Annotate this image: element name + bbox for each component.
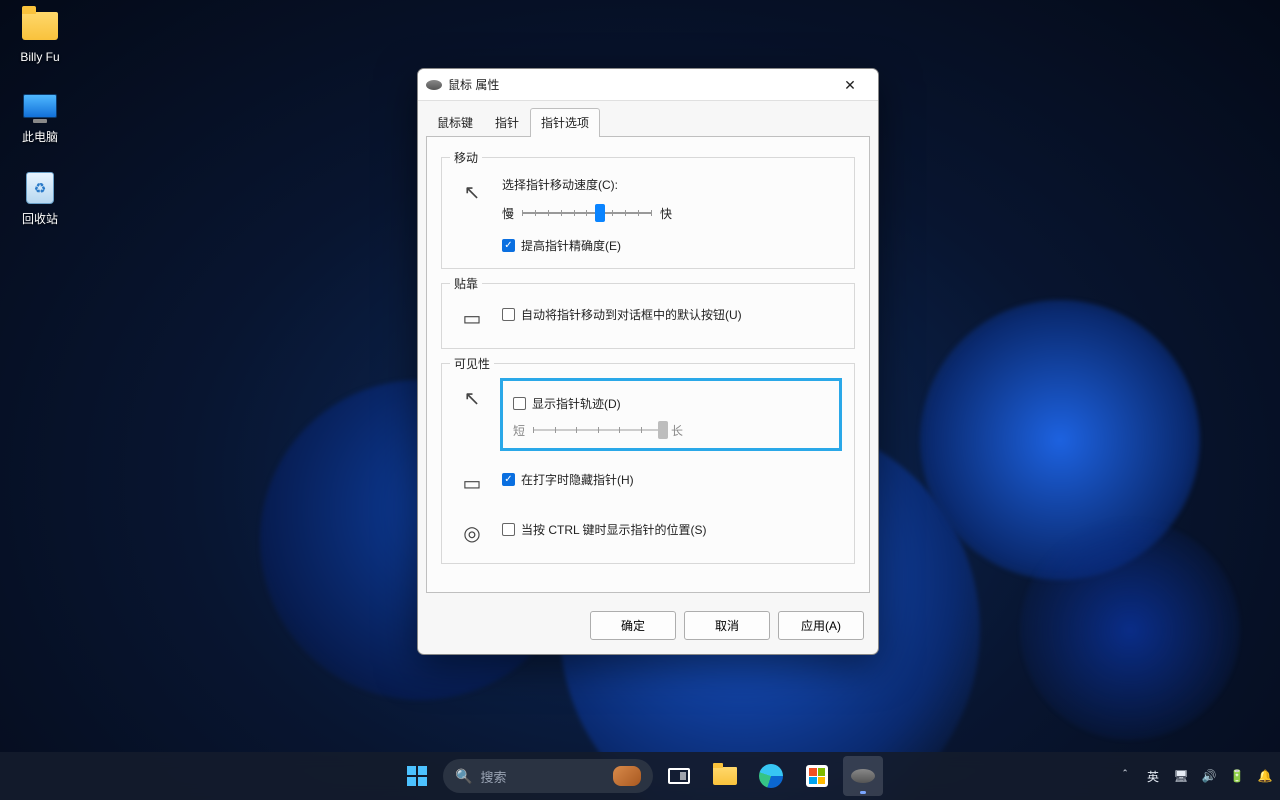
checkbox-icon xyxy=(502,473,515,486)
notifications-button[interactable]: 🔔 xyxy=(1256,767,1274,785)
system-tray: ＾ 英 🖥 🔊 🔋 🔔 xyxy=(1116,767,1274,785)
tray-overflow-button[interactable]: ＾ xyxy=(1116,767,1134,785)
checkbox-icon xyxy=(502,239,515,252)
highlight-pointer-trails: 显示指针轨迹(D) 短 长 xyxy=(500,378,842,451)
recycle-bin-icon xyxy=(20,168,60,208)
trail-length-slider xyxy=(533,420,663,440)
desktop: Billy Fu 此电脑 回收站 鼠标 属性 ✕ 鼠标键 指针 指针选项 移动 … xyxy=(0,0,1280,800)
store-icon xyxy=(806,765,828,787)
group-label: 可见性 xyxy=(450,355,494,372)
checkbox-icon xyxy=(502,308,515,321)
folder-icon xyxy=(713,767,737,785)
checkbox-label: 提高指针精确度(E) xyxy=(521,237,621,254)
apply-button[interactable]: 应用(A) xyxy=(778,611,864,640)
pointer-trails-icon: ↖ xyxy=(456,382,488,414)
taskbar-search[interactable]: 🔍 搜索 xyxy=(443,759,653,793)
hide-typing-icon: ▭ xyxy=(456,467,488,499)
desktop-icon-recycle-bin[interactable]: 回收站 xyxy=(2,168,78,226)
file-explorer-button[interactable] xyxy=(705,756,745,796)
desktop-icon-user-folder[interactable]: Billy Fu xyxy=(2,6,78,64)
network-icon[interactable]: 🖥 xyxy=(1172,767,1190,785)
desktop-icon-this-pc[interactable]: 此电脑 xyxy=(2,86,78,144)
group-motion: 移动 ↖ 选择指针移动速度(C): 慢 快 xyxy=(441,157,855,269)
dialog-button-row: 确定 取消 应用(A) xyxy=(418,601,878,654)
taskbar: 🔍 搜索 ＾ 英 🖥 🔊 🔋 🔔 xyxy=(0,752,1280,800)
desktop-icon-label: 回收站 xyxy=(2,212,78,226)
slider-thumb[interactable] xyxy=(595,204,605,222)
checkbox-label: 在打字时隐藏指针(H) xyxy=(521,471,634,488)
folder-icon xyxy=(20,6,60,46)
slider-max-label: 长 xyxy=(671,422,683,439)
edge-icon xyxy=(759,764,783,788)
slider-min-label: 慢 xyxy=(502,205,514,222)
ms-store-button[interactable] xyxy=(797,756,837,796)
pointer-speed-icon: ↖ xyxy=(456,176,488,208)
checkbox-label: 当按 CTRL 键时显示指针的位置(S) xyxy=(521,521,707,538)
ctrl-locate-icon: ◎ xyxy=(456,517,488,549)
slider-max-label: 快 xyxy=(660,205,672,222)
slider-min-label: 短 xyxy=(513,422,525,439)
cancel-button[interactable]: 取消 xyxy=(684,611,770,640)
battery-icon[interactable]: 🔋 xyxy=(1228,767,1246,785)
tab-panel-pointer-options: 移动 ↖ 选择指针移动速度(C): 慢 快 xyxy=(426,136,870,593)
slider-thumb xyxy=(658,421,668,439)
close-button[interactable]: ✕ xyxy=(830,71,870,99)
checkbox-hide-while-typing[interactable]: 在打字时隐藏指针(H) xyxy=(502,471,840,488)
pointer-speed-label: 选择指针移动速度(C): xyxy=(502,176,840,193)
tab-pointer-options[interactable]: 指针选项 xyxy=(530,108,600,137)
mouse-settings-taskbar-button[interactable] xyxy=(843,756,883,796)
mouse-properties-dialog: 鼠标 属性 ✕ 鼠标键 指针 指针选项 移动 ↖ 选择指针移动速度(C): 慢 xyxy=(417,68,879,655)
window-title: 鼠标 属性 xyxy=(448,76,499,93)
search-icon: 🔍 xyxy=(455,768,472,785)
titlebar[interactable]: 鼠标 属性 ✕ xyxy=(418,69,878,101)
checkbox-enhance-precision[interactable]: 提高指针精确度(E) xyxy=(502,237,840,254)
pointer-speed-slider[interactable] xyxy=(522,203,652,223)
volume-icon[interactable]: 🔊 xyxy=(1200,767,1218,785)
desktop-icon-label: 此电脑 xyxy=(2,130,78,144)
checkbox-snap-to-default[interactable]: 自动将指针移动到对话框中的默认按钮(U) xyxy=(502,306,840,323)
checkbox-label: 显示指针轨迹(D) xyxy=(532,395,621,412)
checkbox-label: 自动将指针移动到对话框中的默认按钮(U) xyxy=(521,306,742,323)
search-placeholder: 搜索 xyxy=(480,767,605,786)
mouse-icon xyxy=(426,80,442,90)
tab-strip: 鼠标键 指针 指针选项 xyxy=(418,101,878,136)
windows-logo-icon xyxy=(407,766,427,786)
group-label: 移动 xyxy=(450,149,482,166)
task-view-icon xyxy=(668,768,690,784)
checkbox-icon xyxy=(502,523,515,536)
tab-pointers[interactable]: 指针 xyxy=(484,108,530,137)
pc-icon xyxy=(20,86,60,126)
ok-button[interactable]: 确定 xyxy=(590,611,676,640)
checkbox-pointer-trails[interactable]: 显示指针轨迹(D) xyxy=(513,395,829,412)
group-label: 贴靠 xyxy=(450,275,482,292)
start-button[interactable] xyxy=(397,756,437,796)
checkbox-ctrl-locate[interactable]: 当按 CTRL 键时显示指针的位置(S) xyxy=(502,521,840,538)
group-snap: 贴靠 ▭ 自动将指针移动到对话框中的默认按钮(U) xyxy=(441,283,855,349)
task-view-button[interactable] xyxy=(659,756,699,796)
edge-button[interactable] xyxy=(751,756,791,796)
mouse-icon xyxy=(851,769,875,783)
snap-to-icon: ▭ xyxy=(456,302,488,334)
close-icon: ✕ xyxy=(844,78,856,92)
search-highlight-icon xyxy=(613,766,641,786)
group-visibility: 可见性 ↖ 显示指针轨迹(D) 短 xyxy=(441,363,855,564)
tab-buttons[interactable]: 鼠标键 xyxy=(426,108,484,137)
ime-indicator[interactable]: 英 xyxy=(1144,767,1162,785)
checkbox-icon xyxy=(513,397,526,410)
desktop-icon-label: Billy Fu xyxy=(2,50,78,64)
